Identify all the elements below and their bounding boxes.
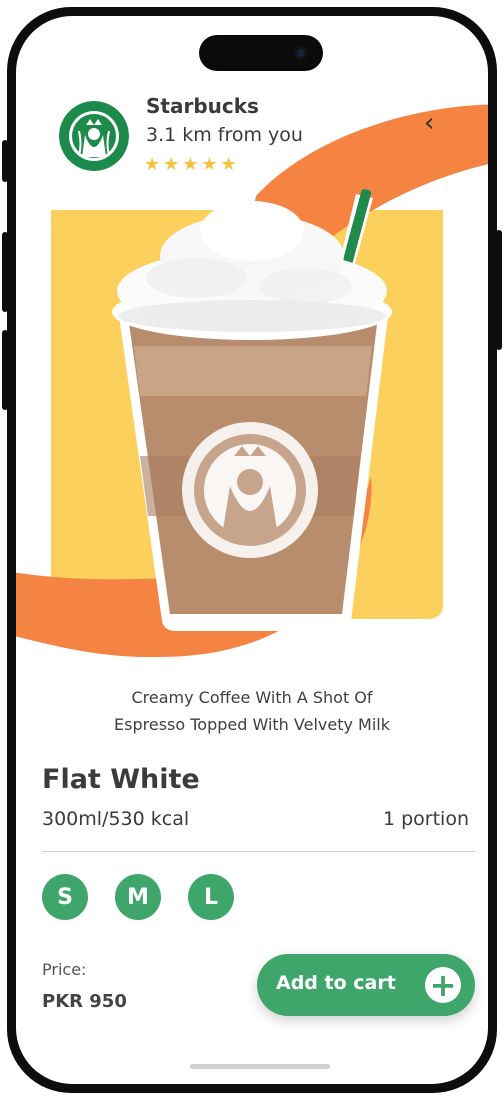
size-small-button[interactable]: S [42, 874, 88, 920]
home-indicator[interactable] [190, 1064, 330, 1069]
rating-stars: ★★★★★ [144, 154, 240, 175]
price-value: PKR 950 [42, 991, 127, 1012]
plus-icon: + [425, 967, 461, 1003]
store-name: Starbucks [146, 94, 259, 118]
front-camera [294, 46, 308, 60]
price-label: Price: [42, 960, 87, 979]
dynamic-island [199, 35, 323, 71]
product-portion: 1 portion [382, 808, 469, 830]
size-large-button[interactable]: L [188, 874, 234, 920]
size-medium-button[interactable]: M [115, 874, 161, 920]
product-volume-kcal: 300ml/530 kcal [42, 808, 190, 830]
back-chevron-icon[interactable]: ‹ [424, 108, 434, 138]
hero-illustration [16, 104, 488, 657]
description-line-2: Espresso Topped With Velvety Milk [114, 715, 390, 734]
add-to-cart-button[interactable]: Add to cart + [257, 954, 475, 1016]
add-to-cart-label: Add to cart [276, 972, 396, 994]
store-distance: 3.1 km from you [146, 124, 303, 146]
starbucks-logo [59, 101, 129, 171]
divider [42, 851, 475, 852]
description-line-1: Creamy Coffee With A Shot Of [131, 688, 373, 707]
phone-frame: Starbucks 3.1 km from you ★★★★★ ‹ Creamy… [7, 7, 497, 1093]
screen: Starbucks 3.1 km from you ★★★★★ ‹ Creamy… [16, 16, 488, 1084]
product-name: Flat White [42, 764, 200, 795]
product-description: Creamy Coffee With A Shot Of Espresso To… [76, 684, 428, 738]
